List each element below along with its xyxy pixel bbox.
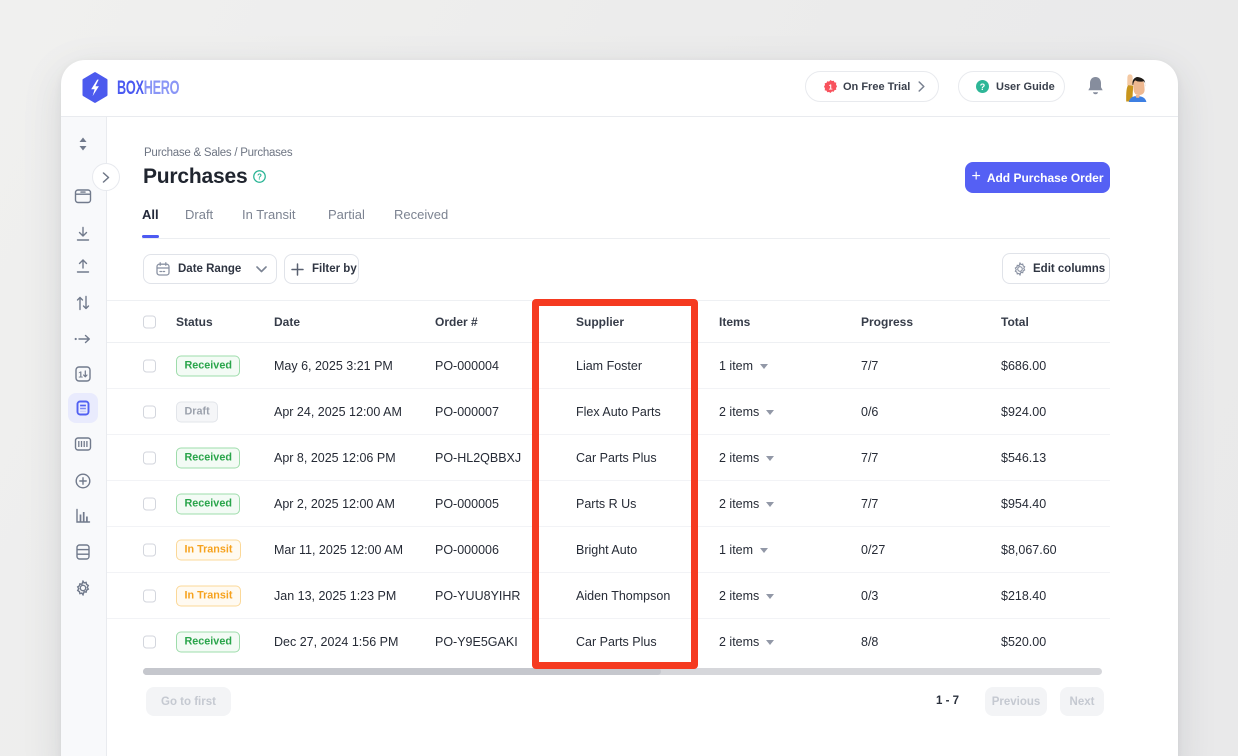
svg-text:?: ? xyxy=(257,172,262,181)
svg-text:1: 1 xyxy=(78,369,83,379)
